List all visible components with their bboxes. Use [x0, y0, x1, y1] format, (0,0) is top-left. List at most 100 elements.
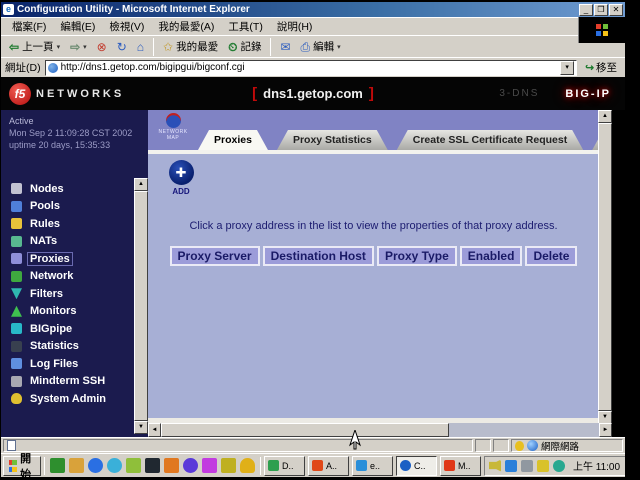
history-button[interactable]: ⏲ 記錄: [224, 37, 265, 56]
quick-launch-icon[interactable]: [145, 458, 160, 473]
url-dropdown-icon[interactable]: ▾: [560, 61, 574, 75]
nats-icon: [11, 236, 22, 247]
tray-icon[interactable]: [505, 460, 517, 472]
quick-launch-icon[interactable]: [107, 458, 122, 473]
home-button[interactable]: ⌂: [133, 37, 148, 56]
sidebar-scrollbar[interactable]: ▲ ▼: [134, 178, 148, 434]
forward-dropdown-icon[interactable]: ▾: [83, 43, 87, 51]
sidebar-item-bigpipe[interactable]: BIGpipe: [1, 320, 134, 338]
start-button[interactable]: 開始: [3, 456, 41, 476]
content-vertical-scrollbar[interactable]: ▲ ▼: [598, 110, 612, 424]
quick-launch-icon[interactable]: [240, 458, 255, 473]
sidebar-item-rules[interactable]: Rules: [1, 215, 134, 233]
add-button[interactable]: ✚ ADD: [166, 160, 196, 196]
url-input[interactable]: [61, 62, 561, 73]
go-button[interactable]: ↪ 移至: [581, 59, 621, 76]
scroll-up-icon[interactable]: ▲: [598, 110, 612, 123]
menu-help[interactable]: 說明(H): [270, 17, 320, 36]
back-button[interactable]: ⇦ 上一頁 ▾: [5, 37, 64, 56]
quick-launch-icon[interactable]: [164, 458, 179, 473]
tray-icon[interactable]: [537, 460, 549, 472]
app-icon: [268, 460, 279, 471]
rules-icon: [11, 218, 22, 229]
quick-launch-icon[interactable]: [183, 458, 198, 473]
datetime-text: Mon Sep 2 11:09:28 CST 2002: [9, 127, 148, 139]
task-window-button[interactable]: e..: [352, 456, 393, 476]
quick-launch-icon[interactable]: [50, 458, 65, 473]
minimize-button[interactable]: _: [579, 4, 593, 16]
network-map-label: NETWORK MAP: [154, 129, 192, 141]
sidebar-item-statistics[interactable]: Statistics: [1, 338, 134, 356]
menu-file[interactable]: 檔案(F): [5, 17, 53, 36]
refresh-button[interactable]: ↻: [113, 37, 131, 56]
menu-view[interactable]: 檢視(V): [102, 17, 151, 36]
status-zone-pane: 網際網路: [511, 439, 623, 452]
sidebar-item-label: Network: [28, 270, 75, 282]
quick-launch-icon[interactable]: [88, 458, 103, 473]
network-icon: [11, 271, 22, 282]
sidebar-item-filters[interactable]: Filters: [1, 285, 134, 303]
scrollbar-thumb[interactable]: [161, 423, 449, 437]
header-destination-host[interactable]: Destination Host: [263, 246, 374, 266]
header-proxy-type[interactable]: Proxy Type: [377, 246, 457, 266]
close-button[interactable]: ✕: [609, 4, 623, 16]
edit-dropdown-icon[interactable]: ▾: [337, 43, 341, 51]
header-enabled[interactable]: Enabled: [460, 246, 523, 266]
restore-button[interactable]: ❐: [594, 4, 608, 16]
forward-button[interactable]: ⇨ ▾: [66, 37, 91, 56]
sidebar-item-nodes[interactable]: Nodes: [1, 180, 134, 198]
task-window-button[interactable]: D..: [264, 456, 305, 476]
tray-icon[interactable]: [521, 460, 533, 472]
header-delete[interactable]: Delete: [525, 246, 577, 266]
scrollbar-thumb[interactable]: [598, 123, 612, 411]
horizontal-scrollbar[interactable]: ◄ ►: [148, 423, 612, 437]
task-window-button[interactable]: M..: [440, 456, 481, 476]
quick-launch-icon[interactable]: [221, 458, 236, 473]
menu-favorites[interactable]: 我的最愛(A): [151, 17, 221, 36]
taskbar: 開始 D.. A.. e.. C.. M..: [1, 453, 625, 477]
back-dropdown-icon[interactable]: ▾: [57, 43, 61, 51]
scroll-left-icon[interactable]: ◄: [148, 423, 161, 437]
sidebar-item-proxies[interactable]: Proxies: [1, 250, 134, 268]
sidebar-item-mindterm-ssh[interactable]: Mindterm SSH: [1, 373, 134, 391]
tab-proxies[interactable]: Proxies: [198, 130, 268, 150]
statistics-icon: [11, 341, 22, 352]
stop-button[interactable]: ⊗: [93, 37, 111, 56]
task-window-button-active[interactable]: C..: [396, 456, 437, 476]
tab-create-ssl-certificate-request[interactable]: Create SSL Certificate Request: [397, 130, 583, 150]
quick-launch-icon[interactable]: [69, 458, 84, 473]
sidebar-item-monitors[interactable]: Monitors: [1, 303, 134, 321]
nodes-icon: [11, 183, 22, 194]
quick-launch-icon[interactable]: [126, 458, 141, 473]
header-proxy-server[interactable]: Proxy Server: [170, 246, 260, 266]
sidebar-item-log-files[interactable]: Log Files: [1, 355, 134, 373]
edit-label: 編輯: [313, 39, 334, 54]
task-button-label: C..: [414, 461, 426, 471]
scroll-down-icon[interactable]: ▼: [134, 421, 148, 434]
mail-icon: ✉: [280, 41, 290, 53]
menu-tools[interactable]: 工具(T): [221, 17, 269, 36]
status-bar: 網際網路: [1, 437, 625, 453]
print-button[interactable]: ⎙ 編輯 ▾: [297, 37, 345, 56]
ie-throbber: [578, 17, 625, 43]
sidebar-item-label: BIGpipe: [28, 323, 74, 335]
page-icon: [48, 63, 58, 73]
sidebar-item-network[interactable]: Network: [1, 268, 134, 286]
mail-button[interactable]: ✉: [276, 37, 294, 56]
volume-icon[interactable]: [489, 460, 501, 472]
scroll-up-icon[interactable]: ▲: [134, 178, 148, 191]
scroll-right-icon[interactable]: ►: [599, 423, 612, 437]
network-map-button[interactable]: NETWORK MAP: [154, 113, 192, 141]
tray-icon[interactable]: [553, 460, 565, 472]
sidebar-item-nats[interactable]: NATs: [1, 233, 134, 251]
sidebar-item-system-admin[interactable]: System Admin: [1, 390, 134, 408]
task-window-button[interactable]: A..: [308, 456, 349, 476]
favorites-button[interactable]: ✩ 我的最愛: [159, 37, 222, 56]
scrollbar-thumb[interactable]: [134, 191, 148, 421]
menu-edit[interactable]: 編輯(E): [53, 17, 102, 36]
favorites-label: 我的最愛: [176, 39, 218, 54]
sidebar-item-label: System Admin: [28, 393, 108, 405]
tab-proxy-statistics[interactable]: Proxy Statistics: [277, 130, 388, 150]
quick-launch-icon[interactable]: [202, 458, 217, 473]
sidebar-item-pools[interactable]: Pools: [1, 198, 134, 216]
